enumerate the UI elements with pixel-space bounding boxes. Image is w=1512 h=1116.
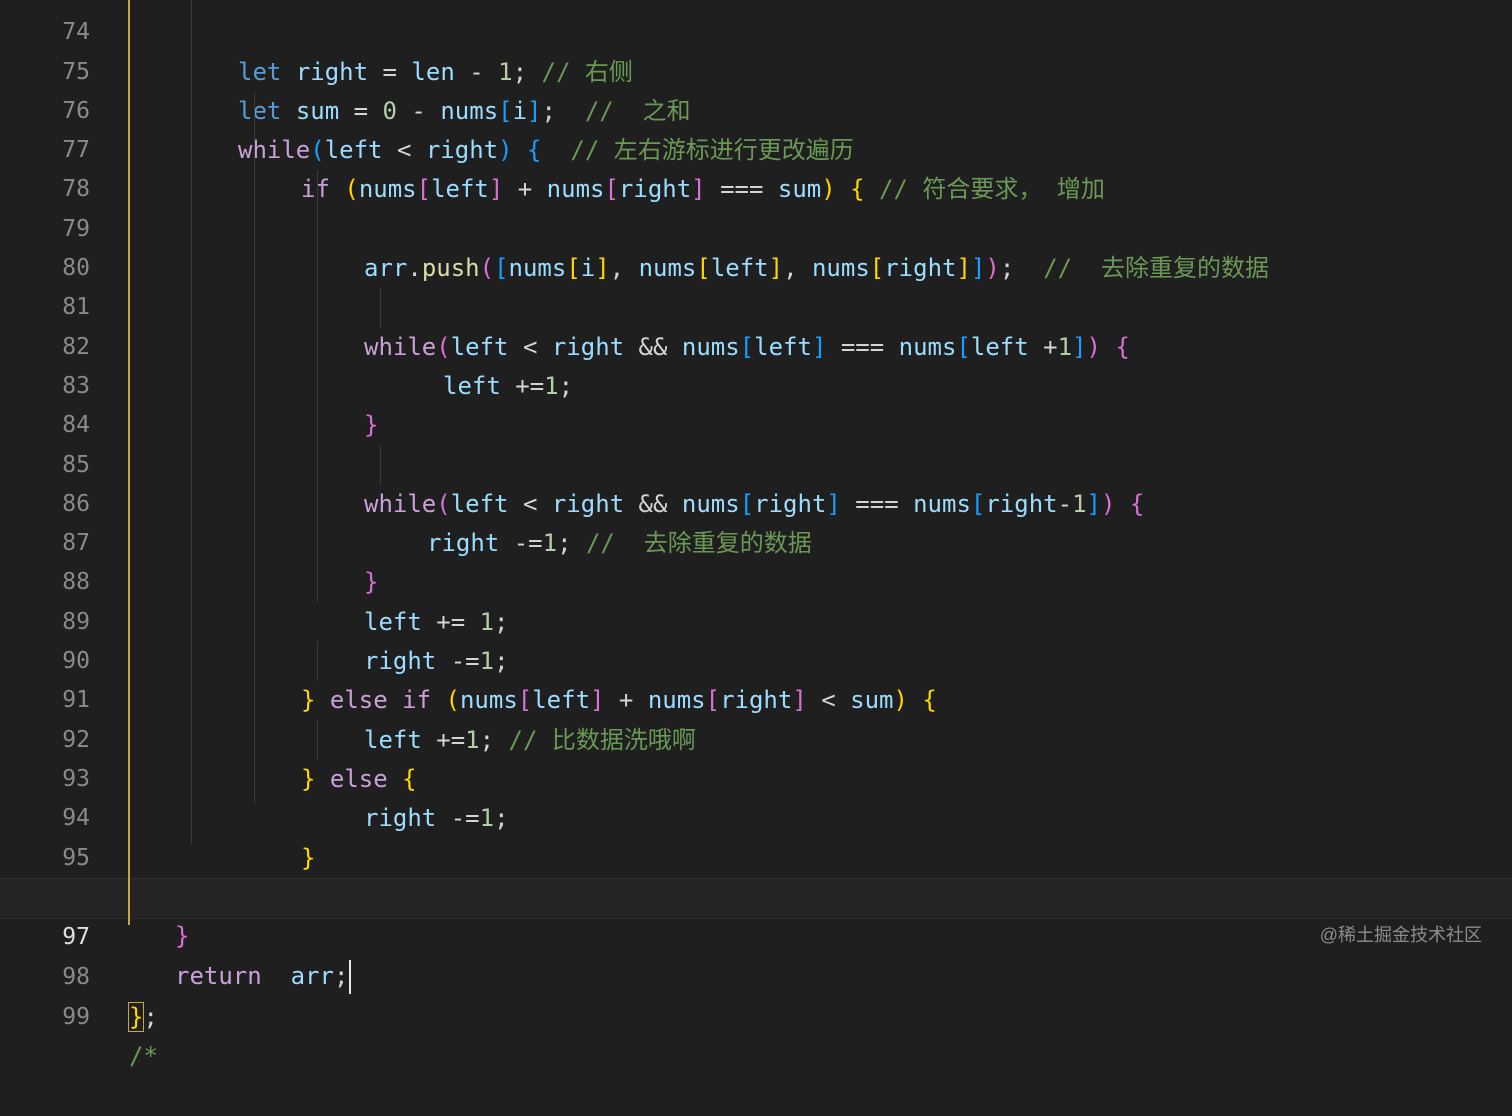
code-line[interactable]: 82 left +=1;: [0, 288, 1512, 400]
code-line[interactable]: 81 while(left < right && nums[left] === …: [0, 249, 1512, 360]
code-line[interactable]: 92 } else {: [0, 681, 1512, 793]
code-line[interactable]: 77 if (nums[left] + nums[right] === sum)…: [0, 92, 1512, 203]
code-line[interactable]: 80: [0, 210, 1512, 281]
code-line[interactable]: 78: [0, 131, 1512, 202]
indent-guide: [380, 445, 381, 485]
line-number: 99: [62, 1003, 90, 1030]
code-editor[interactable]: 74 let right = len - 1; // 右侧 75 let sum…: [0, 0, 1512, 1070]
code-line[interactable]: 94 }: [0, 760, 1512, 871]
code-line[interactable]: 89 right -=1;: [0, 563, 1512, 675]
code-line[interactable]: 74 let right = len - 1; // 右侧: [0, 0, 1512, 85]
watermark: @稀土掘金技术社区: [1319, 925, 1482, 945]
code-line[interactable]: 87 }: [0, 485, 1512, 596]
code-line[interactable]: 99 /*: [0, 958, 1512, 1070]
indent-guide: [191, 0, 192, 844]
code-line[interactable]: 85 while(left < right && nums[right] ===…: [0, 406, 1512, 518]
code-line[interactable]: 75 let sum = 0 - nums[i]; // 之和: [0, 13, 1512, 125]
code-line[interactable]: 76 while(left < right) { // 左右游标进行更改遍历: [0, 53, 1512, 164]
code-line[interactable]: 86 right -=1; // 去除重复的数据: [0, 446, 1512, 557]
code-line[interactable]: 98 };: [0, 919, 1512, 1032]
indent-guide: [317, 720, 318, 760]
code-line[interactable]: 88 left += 1;: [0, 524, 1512, 635]
line-code: };: [127, 1001, 158, 1032]
code-line[interactable]: 90 } else if (nums[left] + nums[right] <…: [0, 603, 1512, 714]
code-line[interactable]: 79 arr.push([nums[i], nums[left], nums[r…: [0, 170, 1512, 282]
code-line[interactable]: 91 left +=1; // 比数据洗哦啊: [0, 642, 1512, 753]
indent-guide: [254, 92, 255, 804]
line-code: /*: [129, 1042, 158, 1071]
indent-guide: [380, 288, 381, 328]
code-line[interactable]: 83 }: [0, 328, 1512, 439]
code-line[interactable]: 84: [0, 367, 1512, 438]
indent-guide-active: [128, 0, 130, 925]
code-line[interactable]: 95 }: [0, 799, 1512, 911]
code-line[interactable]: 93 right -=1;: [0, 721, 1512, 832]
indent-guide: [317, 641, 318, 681]
code-line-current[interactable]: 97 return arr;: [0, 877, 1512, 995]
code-line[interactable]: 96 }: [0, 839, 1512, 950]
indent-guide: [317, 170, 318, 602]
